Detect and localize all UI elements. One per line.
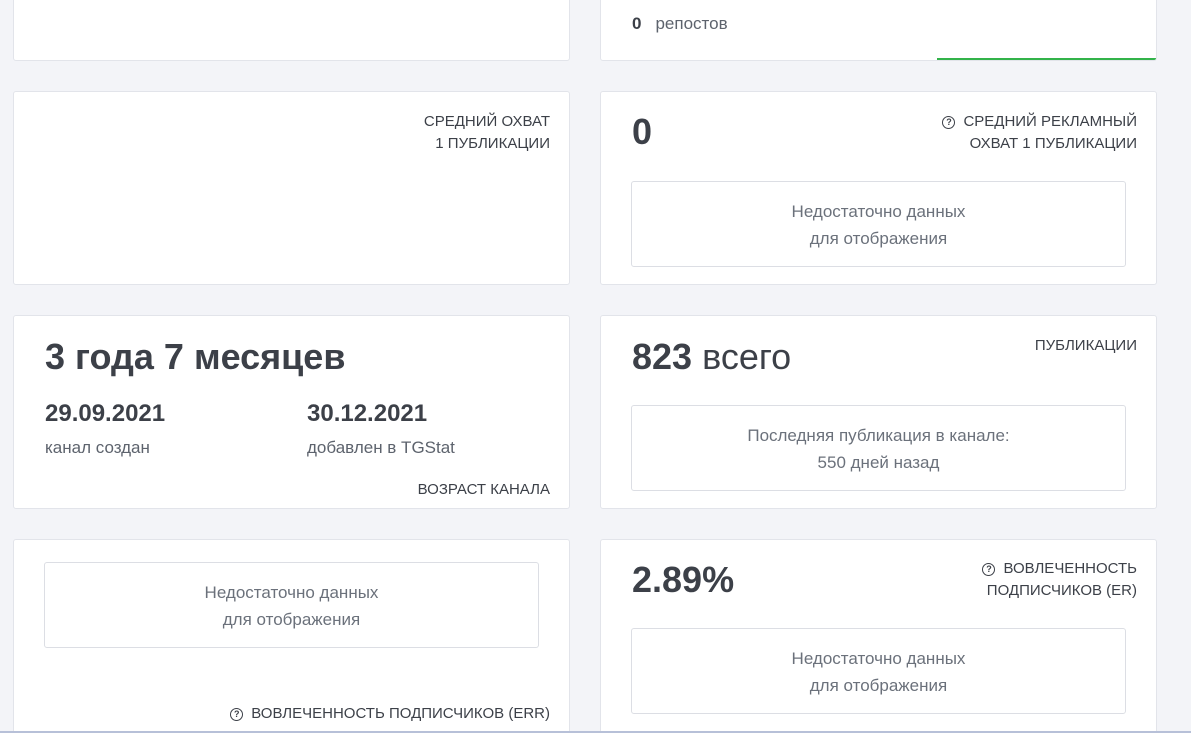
- er-value: 2.89%: [632, 559, 735, 600]
- help-icon[interactable]: ?: [942, 116, 956, 129]
- er-label: ? ВОВЛЕЧЕННОСТЬ ПОДПИСЧИКОВ (ER): [982, 558, 1137, 602]
- card-err: Недостаточно данных для отображения ? ВОВ…: [13, 539, 570, 733]
- card-er: 2.89% ? ВОВЛЕЧЕННОСТЬ ПОДПИСЧИКОВ (ER) Не…: [600, 539, 1157, 733]
- avg-reach-label-line2: 1 ПУБЛИКАЦИИ: [435, 135, 550, 152]
- card-avg-reach: СРЕДНИЙ ОХВАТ 1 ПУБЛИКАЦИИ: [13, 91, 570, 285]
- no-data-line2: для отображения: [809, 229, 948, 248]
- card-channel-age: 3 года 7 месяцев 29.09.2021 канал создан…: [13, 315, 570, 509]
- publications-count: 823: [632, 336, 693, 377]
- channel-added-caption: добавлен в TGStat: [307, 438, 455, 457]
- reach-progress-bar: [937, 58, 1156, 60]
- last-publication-line1: Последняя публикация в канале:: [747, 426, 1010, 445]
- card-top-left: [13, 0, 570, 61]
- avg-ad-reach-label: ? СРЕДНИЙ РЕКЛАМНЫЙ ОХВАТ 1 ПУБЛИКАЦИИ: [942, 111, 1137, 155]
- help-icon[interactable]: ?: [230, 708, 244, 721]
- no-data-box: Недостаточно данных для отображения: [631, 628, 1126, 714]
- card-top-right: 0 репостов: [600, 0, 1157, 61]
- channel-age-value: 3 года 7 месяцев: [45, 336, 346, 377]
- help-icon[interactable]: ?: [982, 563, 996, 576]
- last-publication-box: Последняя публикация в канале: 550 дней …: [631, 405, 1126, 491]
- stats-page: 0 репостов СРЕДНИЙ ОХВАТ 1 ПУБЛИКАЦИИ 0 ?…: [0, 0, 1191, 733]
- avg-ad-reach-value: 0: [632, 111, 653, 152]
- no-data-line1: Недостаточно данных: [204, 583, 379, 602]
- no-data-line1: Недостаточно данных: [791, 202, 966, 221]
- publications-unit: всего: [702, 336, 792, 377]
- er-label-line2: ПОДПИСЧИКОВ (ER): [986, 582, 1137, 599]
- avg-ad-reach-label-line1: СРЕДНИЙ РЕКЛАМНЫЙ: [963, 113, 1137, 130]
- err-label: ? ВОВЛЕЧЕННОСТЬ ПОДПИСЧИКОВ (ERR): [230, 703, 550, 725]
- err-label-text: ВОВЛЕЧЕННОСТЬ ПОДПИСЧИКОВ (ERR): [251, 705, 550, 722]
- last-publication-line2: 550 дней назад: [817, 453, 940, 472]
- reposts-label: репостов: [655, 14, 728, 33]
- channel-created-date: 29.09.2021: [45, 400, 166, 427]
- channel-created-caption: канал создан: [45, 438, 150, 457]
- no-data-line1: Недостаточно данных: [791, 649, 966, 668]
- avg-reach-label-line1: СРЕДНИЙ ОХВАТ: [423, 113, 550, 130]
- publications-label: ПУБЛИКАЦИИ: [1034, 337, 1137, 354]
- no-data-line2: для отображения: [809, 676, 948, 695]
- reposts-stat: 0 репостов: [632, 14, 728, 34]
- no-data-line2: для отображения: [222, 610, 361, 629]
- reposts-count: 0: [632, 14, 642, 33]
- channel-added-date: 30.12.2021: [307, 400, 428, 427]
- channel-age-label: ВОЗРАСТ КАНАЛА: [417, 481, 550, 498]
- avg-ad-reach-label-line2: ОХВАТ 1 ПУБЛИКАЦИИ: [969, 135, 1137, 152]
- er-label-line1: ВОВЛЕЧЕННОСТЬ: [1003, 560, 1137, 577]
- card-avg-ad-reach: 0 ? СРЕДНИЙ РЕКЛАМНЫЙ ОХВАТ 1 ПУБЛИКАЦИИ …: [600, 91, 1157, 285]
- no-data-box: Недостаточно данных для отображения: [44, 562, 539, 648]
- publications-value: 823 всего: [632, 337, 791, 377]
- avg-reach-label: СРЕДНИЙ ОХВАТ 1 ПУБЛИКАЦИИ: [424, 111, 550, 155]
- card-publications: 823 всего ПУБЛИКАЦИИ Последняя публикаци…: [600, 315, 1157, 509]
- no-data-box: Недостаточно данных для отображения: [631, 181, 1126, 267]
